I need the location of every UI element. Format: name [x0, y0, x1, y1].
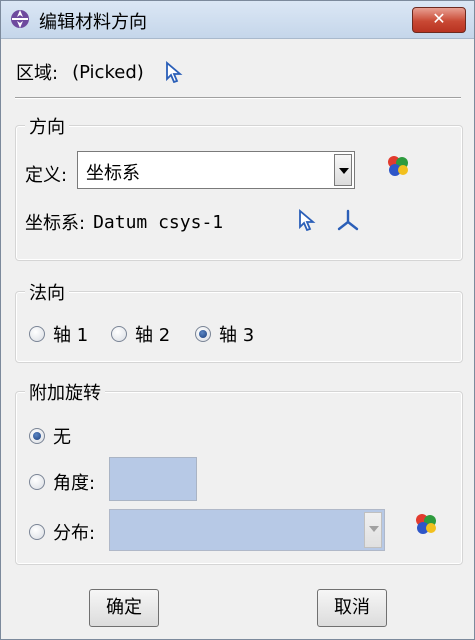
title-bar[interactable]: 编辑材料方向 ✕: [1, 1, 474, 39]
radio-axis-2[interactable]: [111, 326, 127, 342]
distribution-label: 分布:: [53, 523, 96, 544]
distribution-select[interactable]: [109, 509, 385, 551]
rotation-legend: 附加旋转: [25, 379, 105, 405]
orientation-legend: 方向: [25, 113, 69, 139]
axis-3-label: 轴 3: [219, 325, 255, 346]
radio-distribution[interactable]: [29, 524, 45, 540]
angle-input[interactable]: [109, 457, 197, 501]
csys-value: Datum csys-1: [93, 211, 224, 233]
normal-option-3[interactable]: 轴 3: [195, 321, 254, 347]
radio-axis-1[interactable]: [29, 326, 45, 342]
rotation-distribution-option[interactable]: 分布:: [29, 519, 95, 545]
normal-option-2[interactable]: 轴 2: [111, 321, 170, 347]
close-button[interactable]: ✕: [412, 7, 466, 33]
orientation-group: [15, 125, 463, 261]
definition-select[interactable]: 坐标系: [77, 151, 355, 189]
radio-axis-3[interactable]: [195, 326, 211, 342]
region-row: 区域: (Picked): [16, 59, 184, 85]
color-palette-icon[interactable]: [413, 512, 439, 536]
csys-axes-icon[interactable]: [335, 207, 361, 233]
chevron-down-icon[interactable]: [334, 154, 352, 186]
radio-angle[interactable]: [29, 474, 45, 490]
csys-row: 坐标系: Datum csys-1: [25, 209, 223, 235]
region-value: (Picked): [72, 61, 144, 83]
rotation-angle-option[interactable]: 角度:: [29, 469, 95, 495]
window-title: 编辑材料方向: [39, 12, 147, 33]
normal-legend: 法向: [25, 279, 69, 305]
cancel-button[interactable]: 取消: [317, 589, 387, 627]
color-palette-icon[interactable]: [385, 154, 411, 178]
dialog-window: 编辑材料方向 ✕ 区域: (Picked) 方向 定义: 坐标系 坐标系: Da…: [0, 0, 475, 640]
normal-option-1[interactable]: 轴 1: [29, 321, 88, 347]
separator: [15, 97, 461, 99]
definition-label: 定义:: [25, 165, 68, 186]
chevron-down-icon[interactable]: [364, 512, 382, 548]
app-icon: [9, 8, 31, 30]
angle-label: 角度:: [53, 473, 96, 494]
axis-1-label: 轴 1: [53, 325, 89, 346]
csys-label: 坐标系:: [25, 213, 86, 234]
none-label: 无: [53, 427, 71, 448]
radio-none[interactable]: [29, 428, 45, 444]
ok-button[interactable]: 确定: [89, 589, 159, 627]
region-label: 区域:: [16, 63, 59, 84]
definition-select-value: 坐标系: [86, 163, 140, 184]
pick-arrow-icon[interactable]: [297, 209, 317, 232]
definition-row: 定义:: [25, 161, 67, 187]
pick-arrow-icon[interactable]: [164, 61, 184, 84]
axis-2-label: 轴 2: [135, 325, 171, 346]
rotation-none-option[interactable]: 无: [29, 423, 71, 449]
